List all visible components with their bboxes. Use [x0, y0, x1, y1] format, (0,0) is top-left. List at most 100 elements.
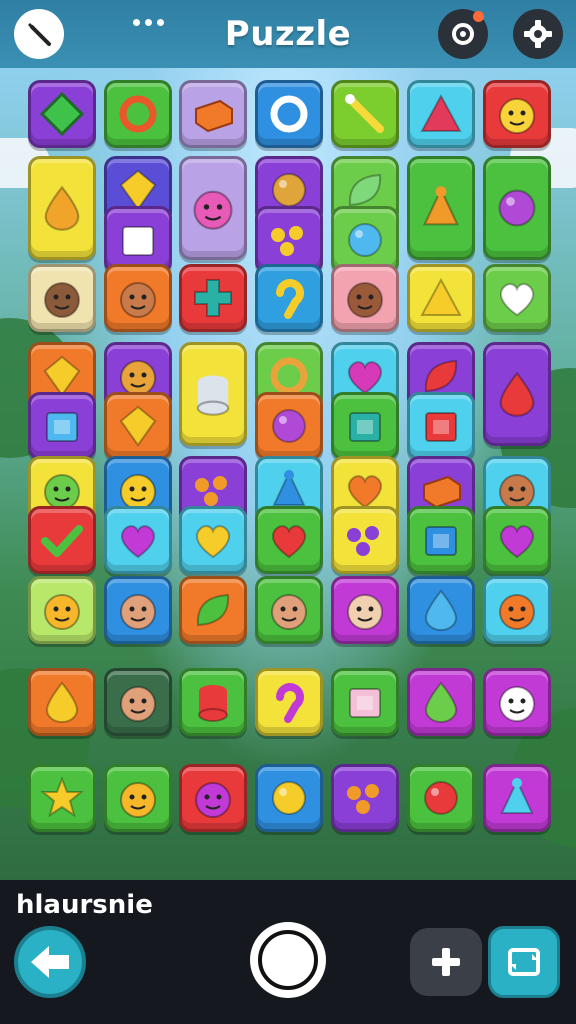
purple-hook-tile[interactable] [255, 668, 323, 736]
hook-icon [276, 279, 304, 319]
kite-icon [39, 91, 85, 137]
pear-tile[interactable] [407, 668, 475, 736]
bulb-tile[interactable] [483, 764, 551, 832]
chili-tile[interactable] [483, 342, 551, 446]
check-tile[interactable] [28, 506, 96, 574]
cube-icon [349, 688, 381, 718]
circle-icon [348, 223, 382, 257]
coin-tile[interactable] [255, 764, 323, 832]
drop-icon [45, 681, 79, 723]
crate-tile[interactable] [331, 392, 399, 460]
face-icon [271, 594, 307, 630]
blue-drop-tile[interactable] [407, 576, 475, 644]
red-heart-tile[interactable] [255, 506, 323, 574]
check-icon [41, 525, 83, 557]
red-hat-tile[interactable] [331, 576, 399, 644]
face-icon [120, 282, 156, 318]
top-bar: Puzzle [0, 0, 576, 68]
cube-icon [425, 526, 457, 556]
ghost-tile[interactable] [483, 668, 551, 736]
face-icon [44, 282, 80, 318]
arrow-left-icon[interactable] [14, 926, 86, 998]
hat-face-tile[interactable] [28, 264, 96, 332]
face-icon [499, 686, 535, 722]
wrench-icon[interactable] [14, 9, 64, 59]
cube-icon [349, 412, 381, 442]
hook-icon [276, 683, 304, 723]
yellow-heart-tile[interactable] [179, 506, 247, 574]
heart-icon [499, 283, 535, 317]
drop-icon [499, 371, 535, 417]
triangle-icon [420, 277, 462, 316]
pumpkin-tile[interactable] [483, 576, 551, 644]
beads-tile[interactable] [331, 764, 399, 832]
plus-icon[interactable] [410, 928, 482, 996]
cross-icon [194, 279, 232, 317]
notification-dot [473, 11, 484, 22]
star-tile[interactable] [28, 764, 96, 832]
bottom-bar: hlaursnie [0, 880, 576, 1024]
circle-icon [272, 409, 306, 443]
triangle-icon [420, 93, 462, 132]
circle-icon [424, 781, 458, 815]
fire-tile[interactable] [28, 668, 96, 736]
pepper-tile[interactable] [179, 576, 247, 644]
ring-tile[interactable] [104, 80, 172, 148]
pink-cat-tile[interactable] [179, 764, 247, 832]
face-icon [347, 594, 383, 630]
cap-boy-tile[interactable] [104, 576, 172, 644]
face-icon [120, 686, 156, 722]
drop-icon [44, 185, 80, 231]
leaf-icon [196, 593, 230, 627]
violet-heart-tile[interactable] [483, 506, 551, 574]
face-icon [44, 594, 80, 630]
squid-tile[interactable] [28, 156, 96, 260]
red-box-tile[interactable] [407, 392, 475, 460]
status-text: hlaursnie [16, 890, 153, 920]
lollipop-tile[interactable] [483, 156, 551, 260]
rocket-tile[interactable] [407, 156, 475, 260]
face-icon [193, 190, 233, 230]
face-icon [120, 782, 156, 818]
cube-icon [122, 226, 154, 256]
kite-tile[interactable] [28, 80, 96, 148]
tag-tile[interactable] [407, 506, 475, 574]
wand-tile[interactable] [331, 80, 399, 148]
shuffle-icon[interactable] [488, 926, 560, 998]
circle-icon[interactable] [250, 922, 326, 998]
heart-white-tile[interactable] [483, 264, 551, 332]
hook-tile[interactable] [255, 264, 323, 332]
cheese-tile[interactable] [407, 264, 475, 332]
sun-face-tile[interactable] [28, 576, 96, 644]
wand-icon [345, 94, 384, 133]
paper-tile[interactable] [179, 342, 247, 446]
magnifier-tile[interactable] [255, 80, 323, 148]
house-tile[interactable] [331, 668, 399, 736]
cross-tile[interactable] [179, 264, 247, 332]
pyramid-tile[interactable] [407, 80, 475, 148]
cone-icon [422, 186, 460, 226]
ring-icon [119, 95, 157, 133]
dots-icon[interactable] [128, 14, 168, 30]
page-title: Puzzle [224, 14, 352, 54]
brick-tile[interactable] [179, 80, 247, 148]
gear-icon[interactable] [513, 9, 563, 59]
bear-tile[interactable] [483, 80, 551, 148]
boy-face-tile[interactable] [104, 264, 172, 332]
cat-tile[interactable] [179, 156, 247, 260]
waffle-tile[interactable] [104, 392, 172, 460]
face-icon [499, 98, 535, 134]
girl-face-tile[interactable] [331, 264, 399, 332]
circle-icon [498, 189, 536, 227]
fox-tile[interactable] [104, 764, 172, 832]
purple-cap-tile[interactable] [104, 668, 172, 736]
scissors-tile[interactable] [331, 506, 399, 574]
cherry-tile[interactable] [407, 764, 475, 832]
gear-badge-icon[interactable] [438, 9, 488, 59]
lantern-tile[interactable] [179, 668, 247, 736]
purple-heart-tile[interactable] [104, 506, 172, 574]
box-tile[interactable] [28, 392, 96, 460]
dots-icon [271, 226, 303, 256]
green-cap-tile[interactable] [255, 576, 323, 644]
eggplant-tile[interactable] [255, 392, 323, 460]
